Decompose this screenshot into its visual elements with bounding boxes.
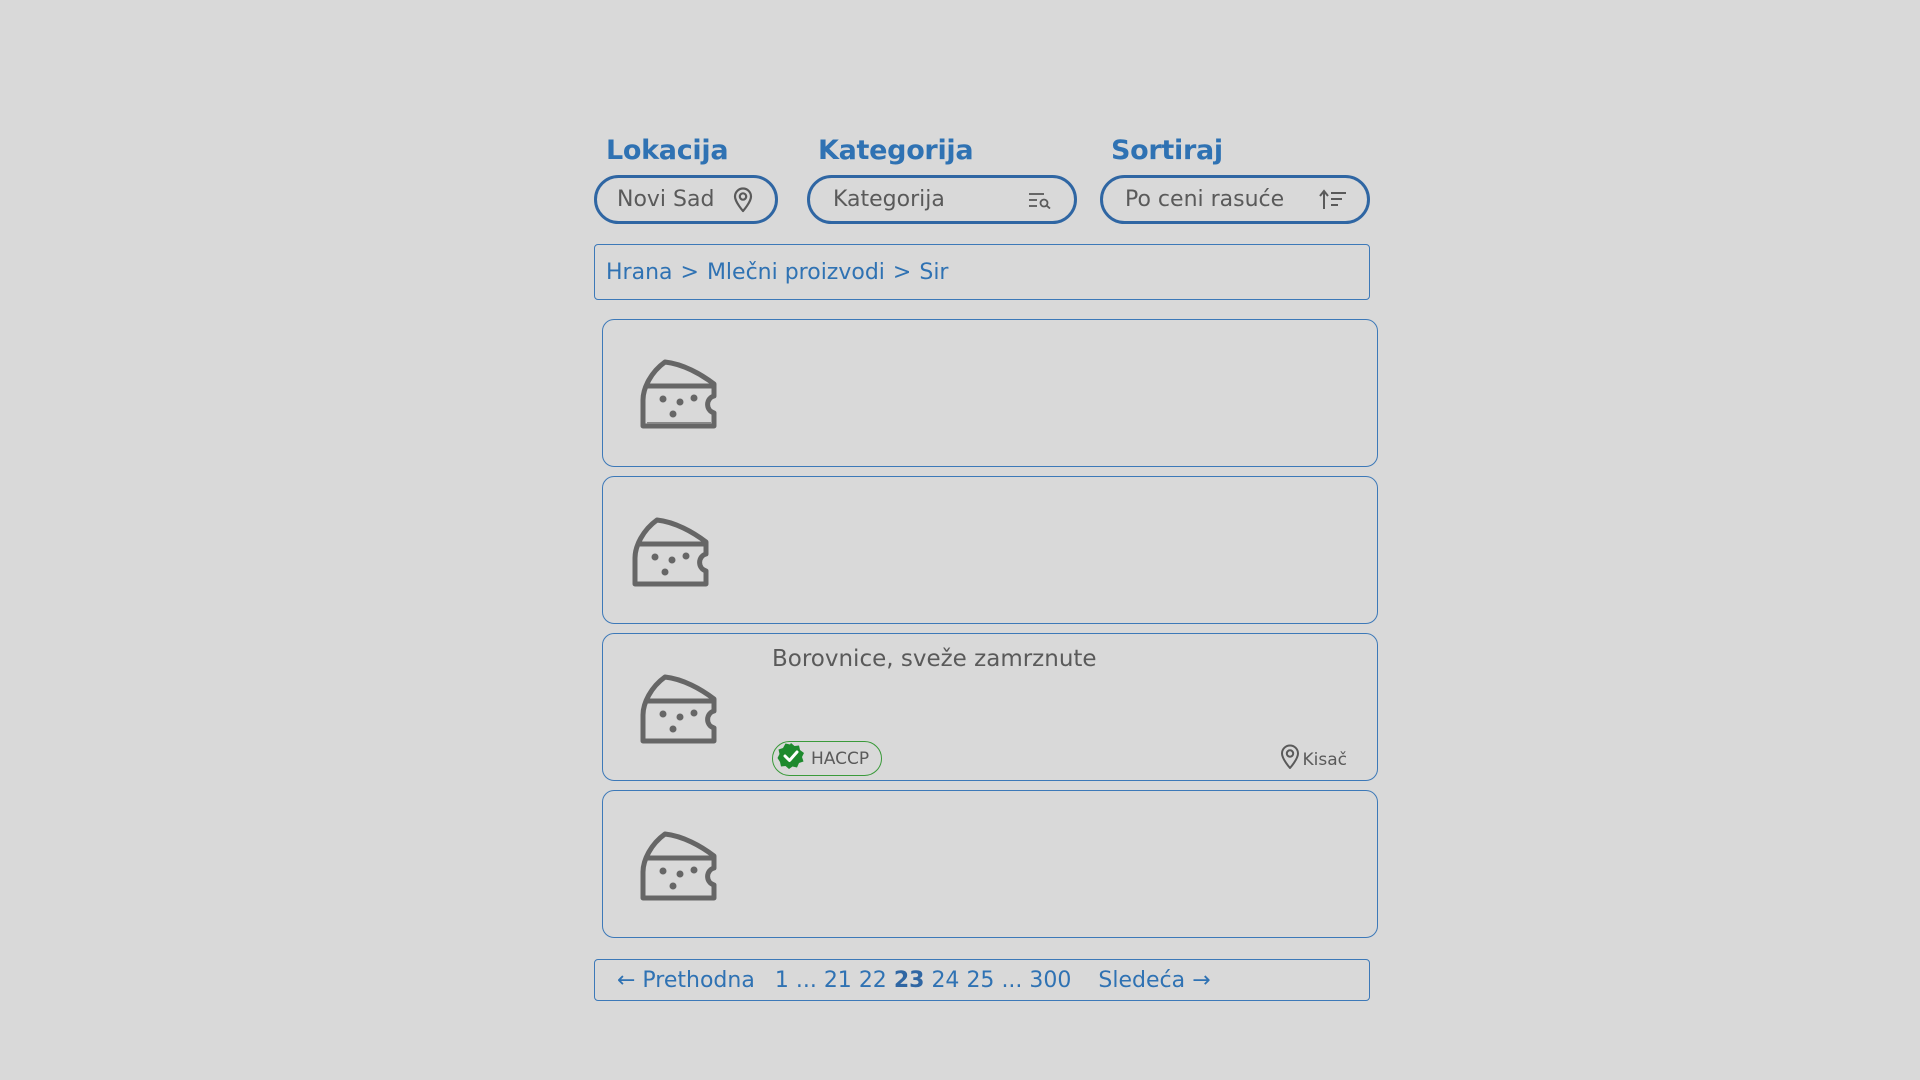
- page-ellipsis: ...: [1001, 967, 1023, 993]
- check-badge-icon: [777, 742, 811, 775]
- map-pin-icon: [733, 186, 753, 213]
- listing-card[interactable]: [602, 790, 1378, 938]
- sort-label: Sortiraj: [1111, 135, 1223, 166]
- breadcrumb-item-mlecni-proizvodi[interactable]: Mlečni proizvodi: [707, 260, 885, 285]
- page-link[interactable]: 22: [859, 968, 887, 993]
- breadcrumb-separator: >: [680, 259, 699, 285]
- listing-card[interactable]: [602, 476, 1378, 624]
- location-label: Lokacija: [606, 135, 729, 166]
- cheese-icon: [637, 356, 721, 436]
- badge-label: HACCP: [811, 748, 870, 769]
- page-link[interactable]: 25: [966, 968, 994, 993]
- next-page-link[interactable]: Sledeća →: [1098, 968, 1210, 993]
- pagination: ← Prethodna 1 ... 21 22 23 24 25 ... 300…: [594, 959, 1370, 1001]
- page-link-first[interactable]: 1: [775, 968, 789, 993]
- search-list-icon: [1028, 191, 1052, 209]
- page-link-last[interactable]: 300: [1029, 968, 1071, 993]
- location-text: Kisač: [1302, 749, 1348, 770]
- cheese-icon: [637, 828, 721, 908]
- page-link[interactable]: 21: [824, 968, 852, 993]
- page-link[interactable]: 24: [931, 968, 959, 993]
- breadcrumb-item-sir[interactable]: Sir: [919, 260, 948, 285]
- page: Lokacija Kategorija Sortiraj Novi Sad Ka…: [0, 0, 1920, 1080]
- listing-title: Borovnice, sveže zamrznute: [772, 646, 1097, 672]
- page-link-current[interactable]: 23: [894, 968, 925, 993]
- location-select[interactable]: Novi Sad: [594, 175, 778, 224]
- category-select[interactable]: Kategorija: [807, 175, 1077, 224]
- listing-card[interactable]: [602, 319, 1378, 467]
- category-label: Kategorija: [818, 135, 974, 166]
- location-value: Novi Sad: [617, 187, 715, 212]
- breadcrumb: Hrana > Mlečni proizvodi > Sir: [594, 244, 1370, 300]
- cheese-icon: [637, 671, 721, 751]
- listing-location: Kisač: [1280, 744, 1348, 775]
- sort-select[interactable]: Po ceni rasuće: [1100, 175, 1370, 224]
- category-placeholder: Kategorija: [833, 187, 945, 212]
- listing-card[interactable]: Borovnice, sveže zamrznute HACCP Kisač: [602, 633, 1378, 781]
- sort-ascending-icon: [1319, 188, 1347, 211]
- breadcrumb-item-hrana[interactable]: Hrana: [606, 260, 673, 285]
- page-numbers: 1 ... 21 22 23 24 25 ... 300: [775, 968, 1079, 993]
- map-pin-icon: [1280, 744, 1303, 775]
- breadcrumb-separator: >: [892, 259, 912, 285]
- cheese-icon: [629, 514, 713, 594]
- page-ellipsis: ...: [795, 967, 817, 993]
- haccp-badge: HACCP: [772, 741, 883, 776]
- sort-value: Po ceni rasuće: [1125, 187, 1285, 212]
- prev-page-link[interactable]: ← Prethodna: [617, 968, 755, 993]
